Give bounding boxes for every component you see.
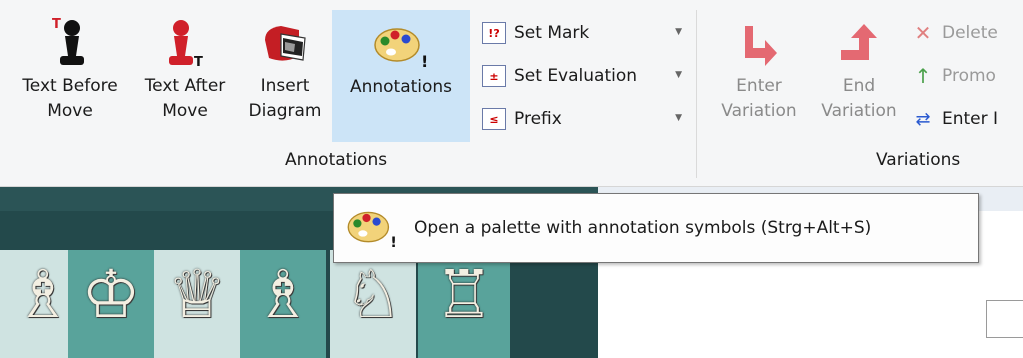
text-after-label-1: Text After — [144, 76, 226, 96]
promote-variation-button[interactable]: ↑ Promo — [912, 59, 1023, 93]
diagram-icon — [240, 10, 330, 70]
set-evaluation-button[interactable]: ± Set Evaluation ▼ — [482, 59, 682, 93]
svg-text:T: T — [194, 55, 203, 70]
board-square[interactable]: ♗ — [240, 250, 326, 358]
white-bishop-piece[interactable]: ♗ — [253, 250, 312, 340]
annotations-tooltip: ! Open a palette with annotation symbols… — [333, 193, 979, 263]
board-square[interactable]: ♘ — [330, 250, 416, 358]
dropdown-arrow-icon[interactable]: ▼ — [675, 70, 682, 80]
set-mark-label: Set Mark — [514, 23, 590, 43]
group-separator — [696, 10, 697, 178]
variations-group-label: Variations — [876, 150, 961, 170]
palette-icon: ! — [333, 11, 469, 71]
annotations-button[interactable]: ! Annotations — [332, 10, 470, 142]
insert-diagram-button[interactable]: Insert Diagram — [240, 10, 330, 140]
insert-diagram-label-2: Diagram — [248, 101, 322, 121]
enter-label: Enter I — [942, 109, 999, 129]
enter-variation-label-2: Variation — [721, 101, 797, 121]
set-mark-icon: !? — [482, 22, 506, 44]
white-knight-piece[interactable]: ♘ — [343, 250, 402, 340]
promote-icon: ↑ — [914, 64, 932, 88]
set-evaluation-label: Set Evaluation — [514, 66, 638, 86]
insert-diagram-label-1: Insert — [260, 76, 310, 96]
white-king-piece[interactable]: ♔ — [81, 250, 140, 340]
end-variation-label-1: End — [842, 76, 876, 96]
enter-variation-label-1: Enter — [736, 76, 782, 96]
end-variation-label-2: Variation — [821, 101, 897, 121]
pawn-text-after-icon: T — [134, 10, 236, 70]
text-after-label-2: Move — [162, 101, 208, 121]
prefix-icon: ≤ — [482, 108, 506, 130]
end-variation-button[interactable]: End Variation — [812, 10, 906, 140]
delete-icon: ✕ — [914, 21, 932, 45]
svg-text:!: ! — [421, 52, 428, 71]
set-mark-button[interactable]: !? Set Mark ▼ — [482, 16, 682, 50]
text-before-move-button[interactable]: T Text Before Move — [10, 10, 130, 140]
tooltip-text: Open a palette with annotation symbols (… — [414, 218, 872, 238]
enter-variation-icon — [710, 10, 808, 70]
white-queen-piece[interactable]: ♕ — [167, 250, 226, 340]
board-square[interactable]: ♕ — [154, 250, 240, 358]
annotations-button-label: Annotations — [349, 77, 453, 97]
enter-icon: ⇄ — [915, 108, 931, 130]
text-before-label-2: Move — [47, 101, 93, 121]
set-evaluation-icon: ± — [482, 65, 506, 87]
ribbon: T Text Before Move T Text After Move Ins… — [0, 0, 1023, 187]
board-square[interactable]: ♖ — [418, 250, 510, 358]
board-square[interactable]: ♔ — [68, 250, 154, 358]
end-variation-icon — [812, 10, 906, 70]
white-bishop-piece[interactable]: ♗ — [13, 250, 72, 340]
checkbox[interactable] — [986, 300, 1023, 338]
chess-board[interactable]: ♗ ♔ ♕ ♗ ♘ ♖ — [0, 250, 510, 358]
enter-variation-button[interactable]: Enter Variation — [710, 10, 808, 140]
enter-move-button[interactable]: ⇄ Enter I — [912, 102, 1023, 136]
pawn-text-before-icon: T — [10, 10, 130, 70]
delete-variation-button[interactable]: ✕ Delete — [912, 16, 1023, 50]
delete-label: Delete — [942, 23, 998, 43]
dropdown-arrow-icon[interactable]: ▼ — [675, 113, 682, 123]
text-before-label-1: Text Before — [22, 76, 118, 96]
promote-label: Promo — [942, 66, 996, 86]
white-rook-piece[interactable]: ♖ — [434, 250, 493, 340]
prefix-button[interactable]: ≤ Prefix ▼ — [482, 102, 682, 136]
svg-text:!: ! — [390, 234, 397, 249]
dropdown-arrow-icon[interactable]: ▼ — [675, 27, 682, 37]
text-after-move-button[interactable]: T Text After Move — [134, 10, 236, 140]
annotations-group-label: Annotations — [285, 150, 388, 170]
prefix-label: Prefix — [514, 109, 562, 129]
palette-icon: ! — [344, 206, 400, 250]
svg-text:T: T — [52, 17, 61, 32]
